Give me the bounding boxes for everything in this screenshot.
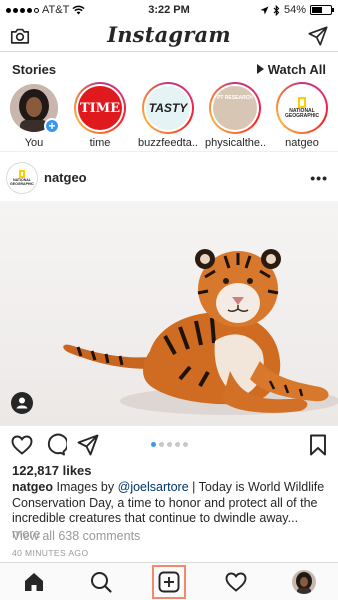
tag-people-icon[interactable] <box>11 392 33 414</box>
stories-title: Stories <box>12 61 57 77</box>
battery-icon <box>310 5 334 15</box>
story-name: time <box>89 137 111 149</box>
story-physicaltherapy[interactable]: PT RESEARCH physicalthe... <box>205 82 265 149</box>
story-natgeo[interactable]: NATIONAL GEOGRAPHIC natgeo <box>272 82 332 149</box>
search-icon[interactable] <box>89 570 113 594</box>
story-ring: + <box>8 82 60 134</box>
stories-tray: + You TIME time TASTY buzzfeedta... PT R… <box>0 80 338 152</box>
view-comments-link[interactable]: View all 638 comments <box>12 529 140 543</box>
story-name: buzzfeedta... <box>138 137 198 149</box>
play-icon <box>256 64 264 74</box>
story-name: You <box>24 137 44 149</box>
natgeo-logo: NATIONAL GEOGRAPHIC <box>280 86 324 130</box>
story-name: natgeo <box>285 137 319 149</box>
post-header: NATIONAL GEOGRAPHIC natgeo ••• <box>0 160 338 198</box>
bottom-nav <box>0 562 338 600</box>
natgeo-frame-icon <box>19 170 25 178</box>
natgeo-frame-icon <box>298 97 306 108</box>
add-story-icon[interactable]: + <box>44 118 60 134</box>
more-options-icon[interactable]: ••• <box>310 170 328 186</box>
tiger-photo <box>63 249 338 415</box>
time-logo: TIME <box>78 86 122 130</box>
watch-all-button[interactable]: Watch All <box>256 61 326 77</box>
tasty-logo: TASTY <box>146 86 190 130</box>
story-ring: PT RESEARCH <box>209 82 261 134</box>
status-right: 54% <box>260 4 334 16</box>
direct-message-icon[interactable] <box>307 25 329 47</box>
story-buzzfeedtasty[interactable]: TASTY buzzfeedta... <box>138 82 198 149</box>
top-nav: Instagram <box>0 20 338 52</box>
post-timestamp: 40 MINUTES AGO <box>12 548 89 558</box>
battery-percent: 54% <box>283 4 306 16</box>
caption-lead: Images by <box>56 480 115 494</box>
stories-header: Stories Watch All <box>12 60 326 78</box>
caption-mention[interactable]: @joelsartore <box>118 480 189 494</box>
signal-icon <box>6 7 39 13</box>
natgeo-logo-text: NATIONAL GEOGRAPHIC <box>285 108 320 119</box>
watch-all-label: Watch All <box>267 61 326 77</box>
avatar-logo-text: NATIONAL GEOGRAPHIC <box>10 178 34 186</box>
story-ring: NATIONAL GEOGRAPHIC <box>276 82 328 134</box>
new-post-icon[interactable] <box>157 570 181 594</box>
like-count[interactable]: 122,817 likes <box>12 463 92 478</box>
story-name: physicalthe... <box>205 137 265 149</box>
location-icon <box>260 6 269 14</box>
caption-username[interactable]: natgeo <box>12 480 53 494</box>
carrier-label: AT&T <box>42 4 70 16</box>
wifi-icon <box>72 5 85 15</box>
carrier-group: AT&T <box>6 4 85 16</box>
story-ring: TASTY <box>142 82 194 134</box>
save-bookmark-icon[interactable] <box>306 433 330 457</box>
pt-research-logo: PT RESEARCH <box>213 86 257 130</box>
post-avatar[interactable]: NATIONAL GEOGRAPHIC <box>6 162 38 194</box>
post-actions <box>0 430 338 460</box>
carousel-dot <box>150 442 156 447</box>
activity-heart-icon[interactable] <box>224 570 248 594</box>
home-icon[interactable] <box>22 570 46 594</box>
profile-avatar[interactable] <box>292 570 316 594</box>
carousel-indicator <box>0 442 338 447</box>
story-ring: TIME <box>74 82 126 134</box>
carousel-dot <box>182 442 188 447</box>
instagram-logo: Instagram <box>107 22 231 47</box>
post-username[interactable]: natgeo <box>44 170 87 185</box>
carousel-dot <box>174 442 180 447</box>
story-you[interactable]: + You <box>4 82 64 149</box>
carousel-dot <box>158 442 164 447</box>
post-image[interactable] <box>0 201 338 426</box>
bluetooth-icon <box>273 4 280 16</box>
carousel-dot <box>166 442 172 447</box>
story-time[interactable]: TIME time <box>70 82 130 149</box>
status-bar: AT&T 3:22 PM 54% <box>0 0 338 20</box>
